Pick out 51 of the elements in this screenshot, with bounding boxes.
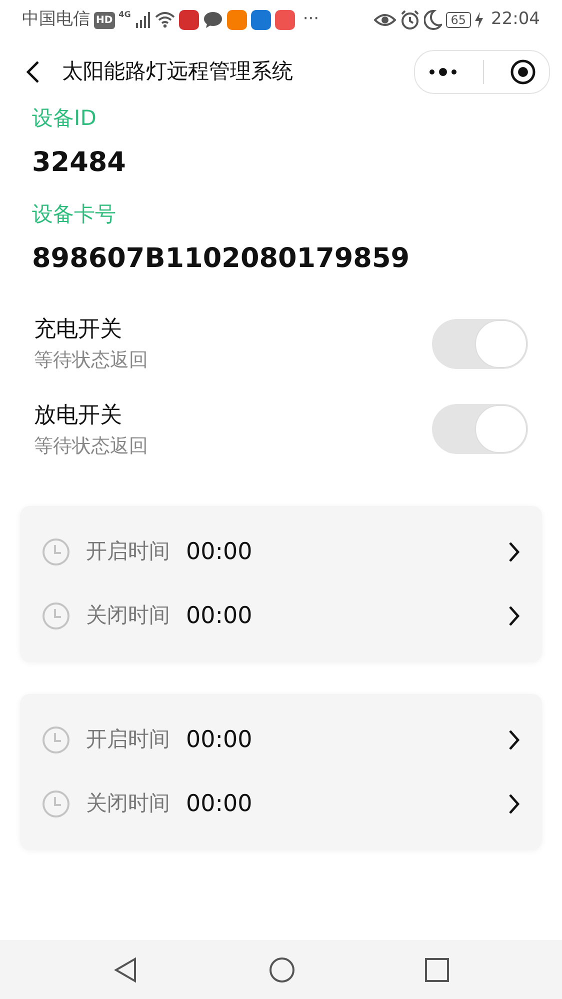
app-icon	[226, 10, 247, 30]
charging-icon	[475, 12, 483, 28]
clock-time: 22:04	[491, 8, 540, 32]
hd-indicator: HD	[94, 12, 115, 28]
time-label: 开启时间	[86, 538, 170, 566]
back-icon[interactable]	[26, 60, 40, 84]
home-nav-icon[interactable]	[269, 956, 295, 982]
app-icon	[274, 10, 295, 30]
chevron-right-icon	[508, 793, 520, 815]
eye-icon	[374, 12, 396, 28]
field-label: 设备ID	[32, 105, 98, 132]
switch-title: 充电开关	[34, 316, 123, 344]
time-setting-row[interactable]: 关闭时间 00:00	[20, 772, 542, 836]
switch-status: 等待状态返回	[34, 434, 148, 458]
time-value: 00:00	[186, 726, 252, 755]
clock-icon	[42, 538, 70, 566]
page-title: 太阳能路灯远程管理系统	[62, 58, 293, 85]
clock-icon	[42, 726, 70, 754]
app-icon	[250, 10, 271, 30]
wifi-icon	[154, 12, 175, 28]
time-setting-row[interactable]: 开启时间 00:00	[20, 708, 542, 772]
field-label: 设备卡号	[32, 201, 117, 228]
alarm-icon	[400, 10, 420, 30]
time-setting-row[interactable]: 开启时间 00:00	[20, 520, 542, 584]
app-icon	[178, 10, 199, 30]
signal-icon	[134, 12, 151, 28]
clock-icon	[42, 602, 70, 630]
chevron-right-icon	[508, 605, 520, 627]
clock-icon	[42, 790, 70, 818]
time-label: 开启时间	[86, 726, 170, 754]
chevron-right-icon	[508, 541, 520, 563]
more-notifications: ···	[302, 8, 320, 32]
battery-level: 65	[446, 12, 471, 28]
network-type: 4G	[118, 9, 131, 21]
time-label: 关闭时间	[86, 602, 170, 630]
more-icon[interactable]	[428, 66, 458, 76]
moon-icon	[424, 10, 442, 30]
time-label: 关闭时间	[86, 790, 170, 818]
time-value: 00:00	[186, 790, 252, 819]
recents-nav-icon[interactable]	[425, 958, 449, 982]
switch-status: 等待状态返回	[34, 348, 148, 373]
switch-title: 放电开关	[34, 402, 123, 430]
back-nav-icon[interactable]	[113, 956, 139, 982]
chevron-right-icon	[508, 729, 520, 751]
time-value: 00:00	[186, 538, 252, 567]
field-value: 898607B1102080179859	[32, 242, 411, 276]
time-setting-row[interactable]: 关闭时间 00:00	[20, 584, 542, 648]
field-value: 32484	[32, 146, 127, 180]
chat-icon	[202, 11, 223, 29]
carrier-name: 中国电信	[22, 8, 90, 32]
time-value: 00:00	[186, 602, 252, 631]
